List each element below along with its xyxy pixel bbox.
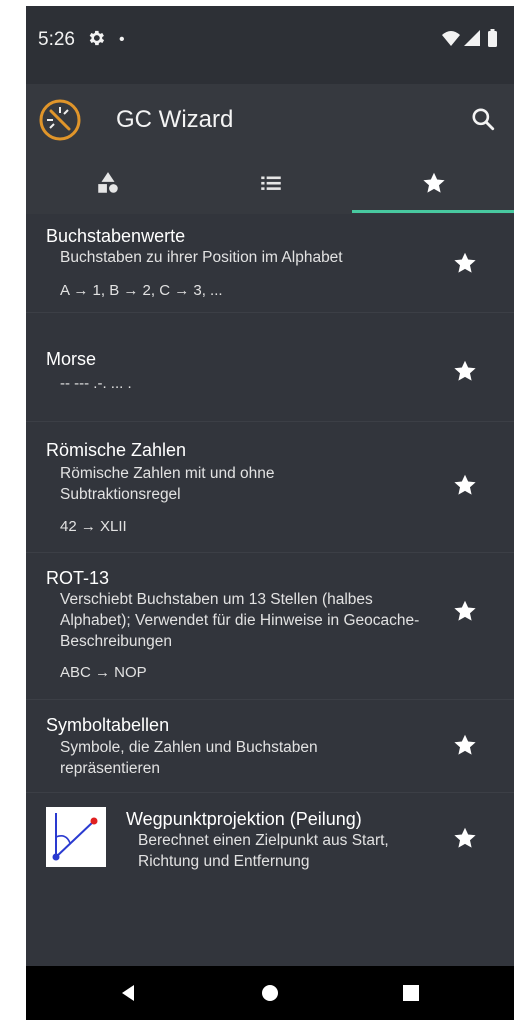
tab-list[interactable] (189, 154, 351, 214)
back-icon[interactable] (118, 983, 138, 1003)
gc-wizard-logo-icon (39, 99, 81, 141)
favorite-star-icon[interactable] (452, 250, 478, 276)
list-item-morse[interactable]: Morse -- --- .-. ... . (26, 313, 514, 421)
status-bar: 5:26 • (26, 6, 514, 84)
list-icon (261, 176, 281, 190)
list-item-symboltabellen[interactable]: Symboltabellen Symbole, die Zahlen und B… (26, 700, 514, 792)
wifi-icon (442, 31, 460, 46)
tab-categories[interactable] (26, 154, 188, 214)
system-navigation-bar (26, 966, 514, 1020)
favorite-star-icon[interactable] (452, 472, 478, 498)
favorite-star-icon[interactable] (452, 825, 478, 851)
battery-icon (488, 31, 497, 47)
list-item-wegpunktprojektion[interactable]: Wegpunktprojektion (Peilung) Berechnet e… (26, 793, 514, 889)
item-name: Wegpunktprojektion (Peilung) (126, 809, 362, 829)
tab-favorites[interactable] (352, 154, 514, 214)
item-name: Buchstabenwerte (46, 226, 186, 246)
favorite-star-icon[interactable] (452, 358, 478, 384)
selected-tab-indicator (352, 210, 514, 213)
item-description: Symbole, die Zahlen und Buchstaben reprä… (60, 739, 318, 777)
favorites-star-icon (423, 172, 445, 193)
tab-bar (26, 154, 514, 214)
item-example: -- --- .-. ... . (60, 375, 132, 392)
item-example: A → 1, B → 2, C → 3, ... (60, 282, 223, 299)
item-name: ROT-13 (46, 568, 110, 588)
item-description: Verschiebt Buchstaben um 13 Stellen (hal… (60, 591, 420, 650)
item-description: Buchstaben zu ihrer Position im Alphabet (60, 249, 343, 266)
recents-icon[interactable] (401, 983, 421, 1003)
app-bar: GC Wizard (26, 84, 514, 154)
system-status-icons (442, 29, 497, 47)
list-item-roemische-zahlen[interactable]: Römische Zahlen Römische Zahlen mit und … (26, 422, 514, 552)
item-name: Römische Zahlen (46, 440, 187, 460)
phone-screen: 5:26 • GC Wizard Buchstabenwerte Buchsta… (26, 6, 514, 1020)
app-title: GC Wizard (116, 106, 234, 133)
favorite-star-icon[interactable] (452, 598, 478, 624)
favorite-star-icon[interactable] (452, 732, 478, 758)
item-description: Römische Zahlen mit und ohne Subtraktion… (60, 465, 275, 503)
item-example: 42 → XLII (60, 518, 127, 535)
waypoint-projection-thumbnail-icon (46, 807, 106, 867)
favorites-list: Buchstabenwerte Buchstaben zu ihrer Posi… (26, 214, 514, 966)
gear-icon (89, 30, 105, 46)
home-icon[interactable] (260, 983, 280, 1003)
item-name: Symboltabellen (46, 715, 170, 735)
item-description: Berechnet einen Zielpunkt aus Start, Ric… (138, 832, 389, 870)
item-name: Morse (46, 349, 97, 369)
list-item-buchstabenwerte[interactable]: Buchstabenwerte Buchstaben zu ihrer Posi… (26, 214, 514, 312)
item-example: ABC → NOP (60, 664, 147, 681)
search-icon[interactable] (470, 106, 496, 132)
categories-icon (98, 172, 118, 193)
list-item-rot13[interactable]: ROT-13 Verschiebt Buchstaben um 13 Stell… (26, 553, 514, 699)
signal-icon (464, 30, 480, 46)
status-time: 5:26 (38, 29, 75, 50)
notification-dot: • (119, 31, 125, 48)
